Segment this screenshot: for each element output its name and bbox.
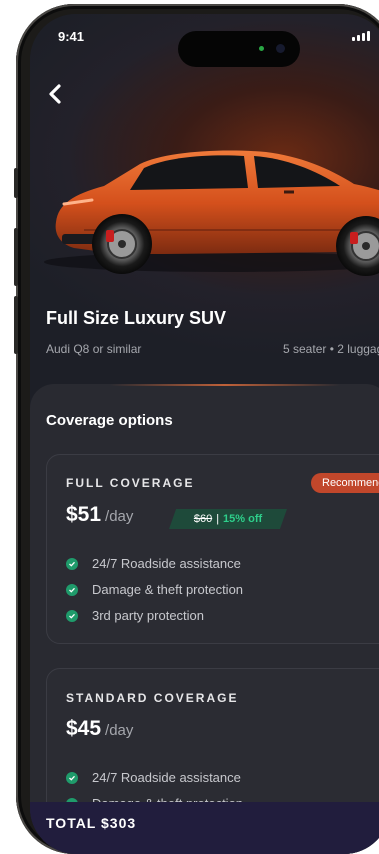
feature-item: 24/7 Roadside assistance bbox=[66, 556, 241, 571]
coverage-section-title: Coverage options bbox=[46, 412, 173, 429]
phone-side-button bbox=[14, 296, 18, 354]
discount-percent: 15% off bbox=[223, 513, 263, 525]
feature-label: 24/7 Roadside assistance bbox=[92, 770, 241, 785]
coverage-label: STANDARD COVERAGE bbox=[66, 691, 239, 705]
price-amount: $51 bbox=[66, 503, 102, 526]
chevron-left-icon bbox=[49, 84, 61, 104]
check-icon bbox=[66, 771, 78, 784]
feature-item: Damage & theft protection bbox=[66, 582, 243, 597]
vehicle-specs: 5 seater • 2 luggage bbox=[283, 342, 379, 356]
recommended-badge: Recommended bbox=[311, 473, 379, 493]
app-screen: 9:41 Full Size Luxury SUV Audi Q8 or sim… bbox=[30, 14, 379, 854]
feature-label: Damage & theft protection bbox=[92, 582, 244, 597]
phone-side-button bbox=[14, 168, 18, 198]
back-button[interactable] bbox=[48, 82, 62, 108]
dynamic-island bbox=[178, 31, 300, 67]
price-unit: /day bbox=[105, 722, 134, 739]
camera-dot bbox=[276, 44, 285, 53]
discount-tag: $60 | 15% off bbox=[169, 509, 287, 529]
feature-item: 24/7 Roadside assistance bbox=[66, 770, 241, 785]
car-image bbox=[44, 150, 379, 276]
signal-icon bbox=[352, 31, 370, 41]
coverage-card-full[interactable]: FULL COVERAGE Recommended $51/day $60|15… bbox=[46, 454, 379, 644]
feature-label: 24/7 Roadside assistance bbox=[92, 556, 241, 571]
feature-label: 3rd party protection bbox=[92, 608, 205, 623]
old-price: $60 bbox=[193, 513, 213, 525]
indicator-dot bbox=[259, 46, 264, 51]
total-price: TOTAL $303 bbox=[46, 815, 137, 831]
total-bar[interactable]: TOTAL $303 bbox=[30, 802, 379, 854]
coverage-price: $51/day bbox=[66, 503, 133, 527]
check-icon bbox=[66, 557, 78, 570]
price-amount: $45 bbox=[66, 717, 102, 740]
sheet-glow bbox=[110, 384, 340, 386]
check-icon bbox=[66, 609, 78, 622]
phone-side-button bbox=[14, 228, 18, 286]
vehicle-title: Full Size Luxury SUV bbox=[46, 308, 227, 328]
price-unit: /day bbox=[105, 508, 134, 525]
coverage-label: FULL COVERAGE bbox=[66, 476, 195, 490]
feature-item: 3rd party protection bbox=[66, 608, 204, 623]
coverage-price: $45/day bbox=[66, 717, 133, 741]
vehicle-model: Audi Q8 or similar bbox=[46, 342, 142, 356]
check-icon bbox=[66, 583, 78, 596]
status-time: 9:41 bbox=[58, 29, 85, 44]
